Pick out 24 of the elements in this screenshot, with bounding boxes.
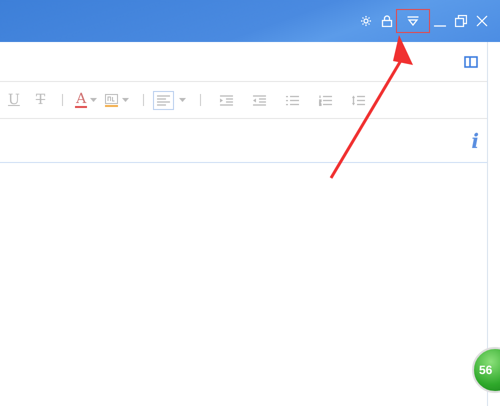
minimize-icon (434, 25, 446, 27)
bulleted-list-icon (286, 94, 300, 106)
underline-button[interactable]: U (0, 93, 28, 107)
font-color-button[interactable]: A (72, 92, 100, 108)
caret-icon (122, 98, 130, 102)
align-left-icon (157, 94, 170, 106)
floating-status-ball[interactable]: 56 (472, 347, 500, 393)
line-spacing-icon (352, 94, 366, 106)
outdent-icon (253, 94, 266, 106)
panel-layout-icon (464, 56, 478, 68)
caret-icon (90, 98, 98, 102)
strikethrough-button[interactable]: T (28, 93, 54, 107)
close-icon (476, 15, 488, 27)
triangle-lines-icon (407, 16, 419, 26)
caret-icon (179, 98, 186, 102)
settings-icon (360, 15, 372, 27)
align-button[interactable] (153, 90, 174, 110)
numbered-list-icon (319, 94, 332, 106)
highlighter-icon (105, 94, 118, 106)
triangle-lines-button[interactable] (397, 10, 429, 32)
restore-icon (454, 15, 466, 27)
indent-icon (220, 94, 234, 106)
lock-icon (380, 15, 392, 27)
info-button[interactable]: i (471, 126, 479, 156)
